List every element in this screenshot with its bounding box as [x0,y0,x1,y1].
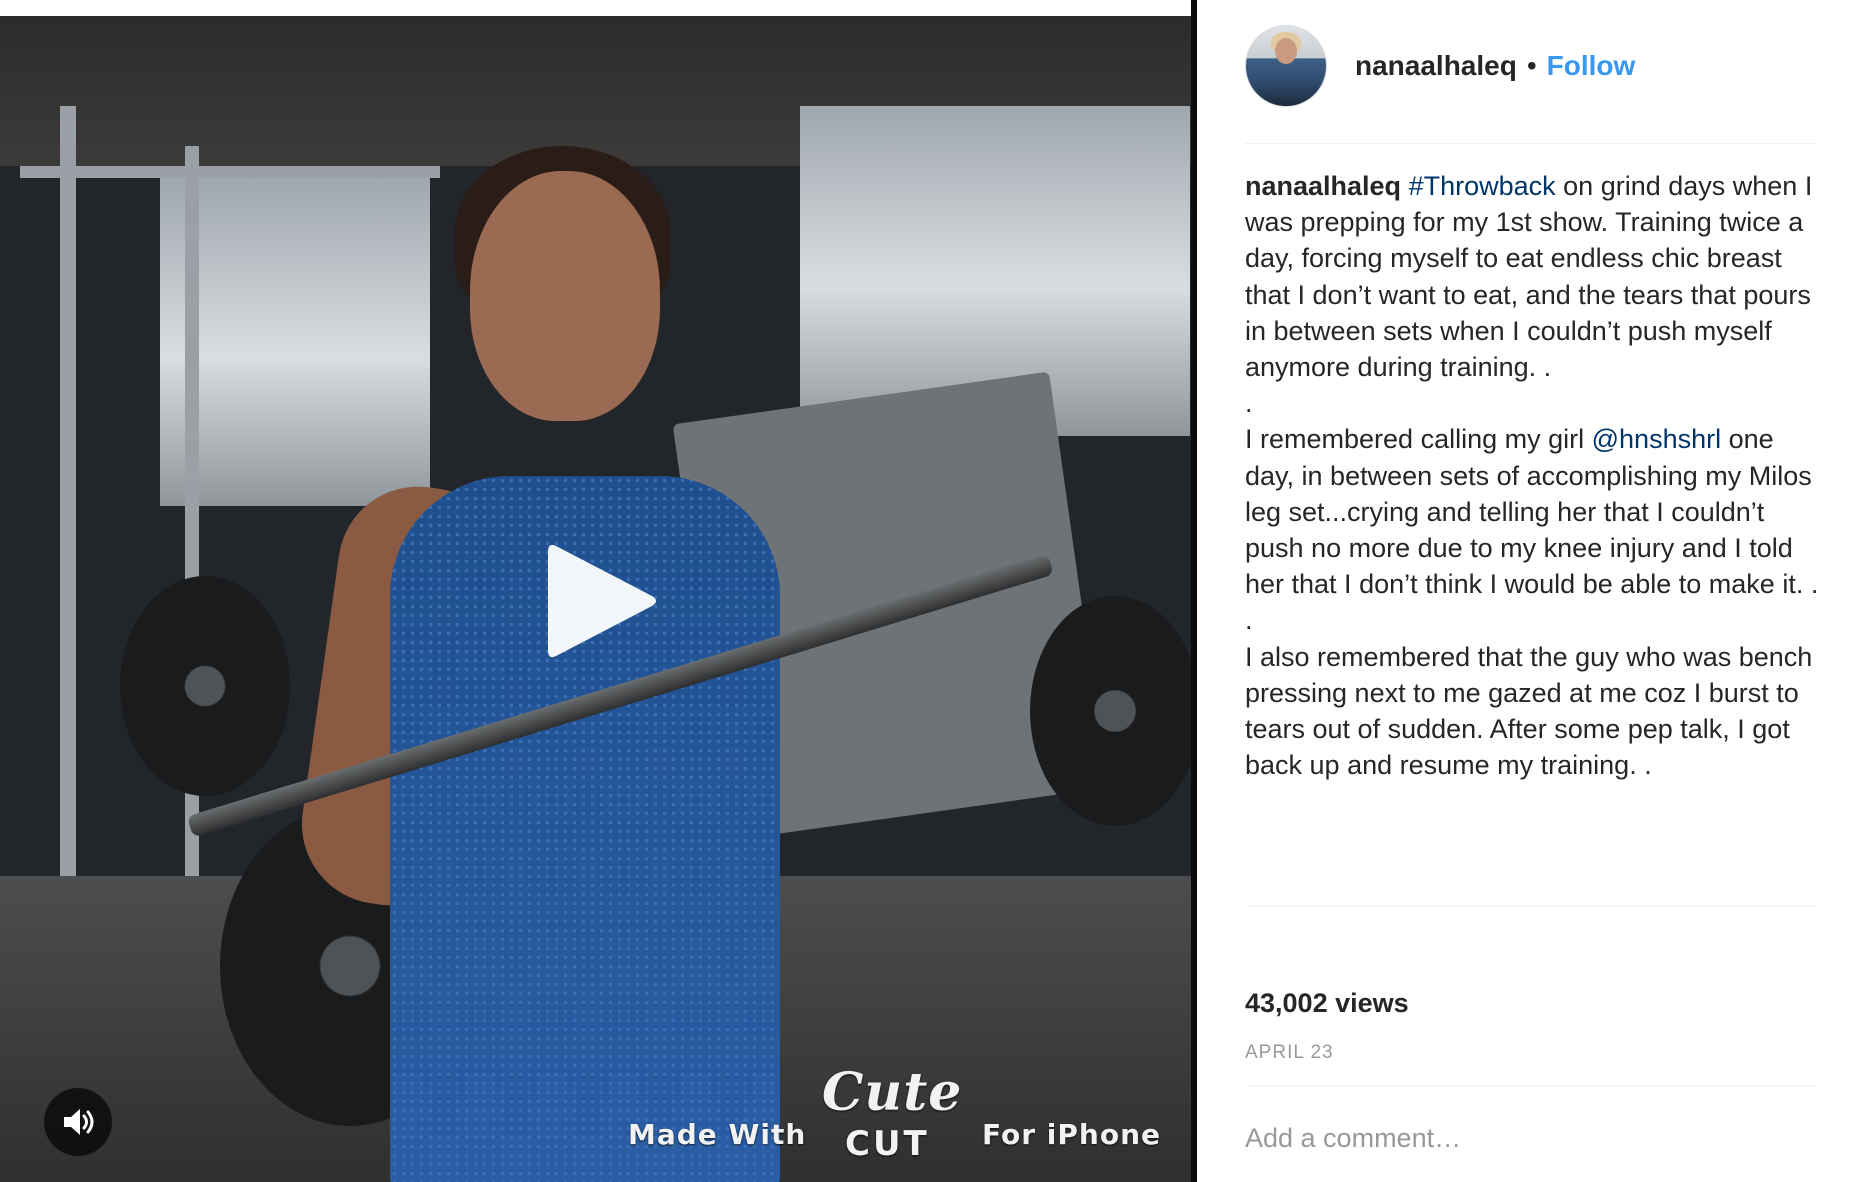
comment-divider [1245,1085,1817,1086]
gym-window-left [160,176,430,506]
watermark-made-with: Made With [628,1118,807,1151]
view-count[interactable]: 43,002 views [1245,988,1409,1019]
cable-rack-left [60,106,76,886]
watermark-cute-logo: Cute [822,1062,963,1123]
caption-mention[interactable]: @hnshshrl [1592,424,1721,454]
watermark-cut-logo: CUT [845,1124,930,1164]
weight-plate-floor [120,576,290,796]
post-side-panel: nanaalhaleq • Follow nanaalhaleq #Throwb… [1197,0,1862,1182]
rack-beam [20,166,440,178]
person-face [470,171,660,421]
post-caption: nanaalhaleq #Throwback on grind days whe… [1245,168,1825,783]
post-header: nanaalhaleq • Follow [1245,25,1636,107]
caption-dot-1: . [1245,388,1253,419]
caption-divider [1245,906,1817,907]
speaker-icon [64,1109,94,1135]
post-date[interactable]: APRIL 23 [1245,1042,1334,1064]
caption-paragraph-3: I also remembered that the guy who was b… [1245,641,1813,781]
avatar[interactable] [1245,25,1327,107]
watermark-for-iphone: For iPhone [982,1118,1161,1151]
caption-paragraph-1: nanaalhaleq #Throwback on grind days whe… [1245,168,1825,385]
caption-text-2a: I remembered calling my girl [1245,424,1592,455]
follow-button[interactable]: Follow [1547,50,1636,82]
header-divider [1245,143,1817,144]
author-username[interactable]: nanaalhaleq [1355,50,1517,82]
header-separator: • [1526,50,1537,81]
avatar-face [1275,38,1297,64]
comment-input[interactable] [1245,1118,1805,1158]
mute-button[interactable] [44,1088,112,1156]
play-icon[interactable] [542,536,662,666]
caption-hashtag[interactable]: #Throwback [1409,171,1556,201]
weight-plate-right [1030,596,1191,826]
caption-paragraph-2: I remembered calling my girl @hnshshrl o… [1245,421,1825,602]
caption-dot-2: . [1245,605,1253,636]
caption-username[interactable]: nanaalhaleq [1245,171,1401,201]
video-player[interactable]: Made With Cute CUT For iPhone [0,16,1191,1182]
instagram-post-page: Made With Cute CUT For iPhone nanaalhale… [0,0,1862,1182]
caption-text-1: on grind days when I was prepping for my… [1245,171,1813,383]
